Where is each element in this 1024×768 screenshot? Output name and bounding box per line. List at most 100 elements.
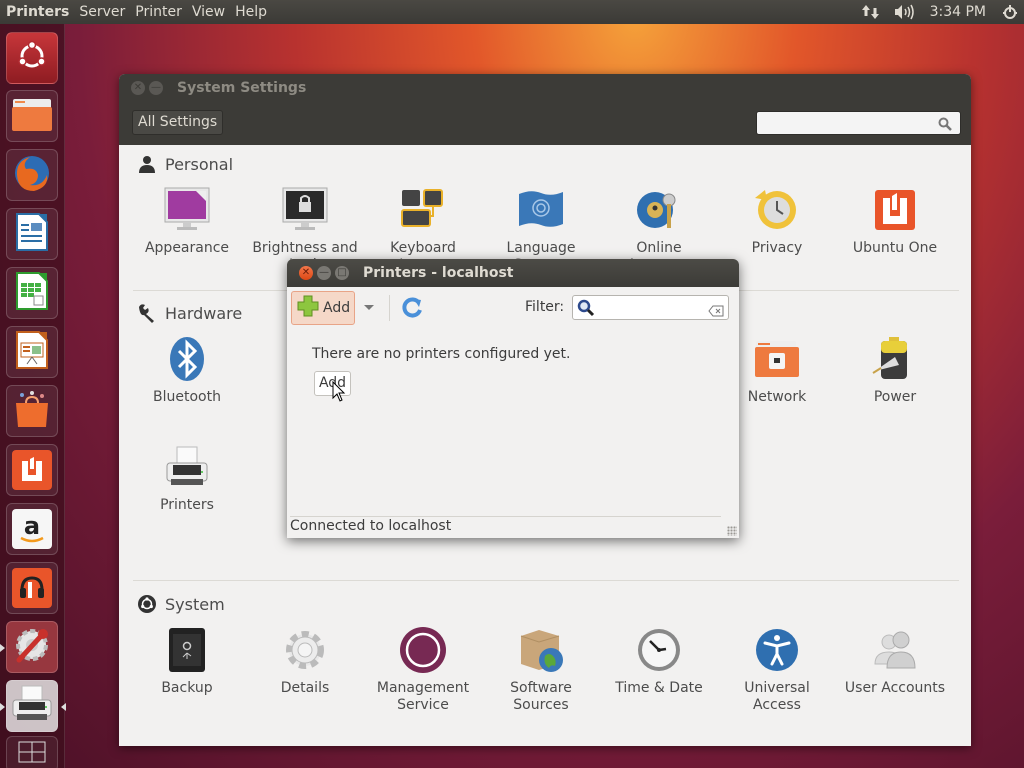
menu-help[interactable]: Help bbox=[235, 4, 267, 20]
network-folder-icon bbox=[753, 335, 801, 383]
status-bar: Connected to localhost bbox=[290, 518, 452, 534]
users-icon bbox=[871, 626, 919, 674]
menu-printer[interactable]: Printer bbox=[135, 4, 182, 20]
launcher-workspaces[interactable] bbox=[6, 736, 58, 768]
item-label: Printers bbox=[160, 497, 214, 513]
statusbar-separator bbox=[290, 516, 721, 517]
impress-icon bbox=[15, 330, 49, 374]
mouse-pointer-icon bbox=[332, 380, 346, 407]
ubuntu-one-icon bbox=[871, 186, 919, 234]
online-accounts-icon bbox=[635, 186, 683, 234]
settings-item-power[interactable]: Power bbox=[840, 335, 950, 406]
settings-item-ubuntu-one[interactable]: Ubuntu One bbox=[840, 186, 950, 257]
section-divider bbox=[133, 580, 959, 581]
launcher-software-center[interactable] bbox=[6, 385, 58, 437]
system-settings-header: ✕ — System Settings All Settings bbox=[119, 74, 971, 145]
clock[interactable]: 3:34 PM bbox=[930, 4, 986, 20]
launcher-amazon[interactable]: a bbox=[6, 503, 58, 555]
item-label: Backup bbox=[161, 680, 213, 696]
settings-search-input[interactable] bbox=[756, 111, 961, 135]
dialog-close-button[interactable]: ✕ bbox=[299, 266, 313, 280]
volume-icon[interactable] bbox=[894, 4, 916, 20]
svg-text:a: a bbox=[24, 512, 40, 540]
language-flag-icon bbox=[517, 186, 565, 234]
ubuntu-circle-icon bbox=[137, 594, 157, 614]
writer-icon bbox=[15, 212, 49, 256]
settings-item-privacy[interactable]: Privacy bbox=[722, 186, 832, 257]
focused-indicator bbox=[61, 703, 66, 711]
launcher-ubuntu-one[interactable] bbox=[6, 444, 58, 496]
maximize-icon: □ bbox=[337, 267, 347, 278]
minimize-icon: — bbox=[151, 82, 161, 93]
close-button[interactable]: ✕ bbox=[131, 81, 145, 95]
power-gear-icon[interactable] bbox=[1002, 4, 1018, 20]
launcher-files[interactable] bbox=[6, 90, 58, 142]
launcher-dash-home[interactable] bbox=[6, 32, 58, 84]
item-label: Appearance bbox=[144, 240, 230, 256]
calc-icon bbox=[15, 271, 49, 315]
all-settings-button[interactable]: All Settings bbox=[132, 110, 224, 135]
accessibility-icon bbox=[753, 626, 801, 674]
dialog-minimize-button[interactable]: — bbox=[317, 266, 331, 280]
minimize-icon: — bbox=[319, 267, 329, 278]
menu-server[interactable]: Server bbox=[79, 4, 125, 20]
add-dropdown-arrow-icon[interactable] bbox=[364, 305, 374, 310]
resize-grip[interactable] bbox=[727, 526, 737, 536]
item-label: Bluetooth bbox=[153, 389, 221, 405]
settings-item-appearance[interactable]: Appearance bbox=[132, 186, 242, 257]
item-label: User Accounts bbox=[844, 680, 946, 696]
dialog-maximize-button[interactable]: □ bbox=[335, 266, 349, 280]
printer-icon bbox=[163, 443, 211, 491]
launcher-calc[interactable] bbox=[6, 267, 58, 319]
launcher-system-settings[interactable] bbox=[0, 621, 58, 673]
item-label: Software Sources bbox=[510, 680, 572, 713]
section-title: Personal bbox=[165, 154, 234, 174]
clock-icon bbox=[635, 626, 683, 674]
settings-item-backup[interactable]: Backup bbox=[132, 626, 242, 697]
settings-item-universal-access[interactable]: Universal Access bbox=[722, 626, 832, 714]
item-label: Details bbox=[280, 680, 330, 696]
section-system: System bbox=[137, 594, 225, 614]
ubuntu-logo-icon bbox=[15, 39, 49, 77]
folder-icon bbox=[11, 95, 53, 137]
amazon-icon: a bbox=[12, 509, 52, 549]
settings-item-bluetooth[interactable]: Bluetooth bbox=[132, 335, 242, 406]
toolbar-add-button[interactable]: Add bbox=[291, 291, 355, 325]
window-title: System Settings bbox=[177, 80, 307, 96]
item-label: Universal Access bbox=[744, 680, 810, 713]
box-globe-icon bbox=[517, 626, 565, 674]
app-name: Printers bbox=[6, 4, 70, 20]
wrench-icon bbox=[137, 303, 157, 323]
clear-filter-icon[interactable] bbox=[708, 302, 724, 321]
brightness-lock-icon bbox=[281, 186, 329, 234]
launcher-impress[interactable] bbox=[6, 326, 58, 378]
network-updown-icon[interactable] bbox=[861, 4, 880, 20]
workspace-switcher-icon bbox=[17, 740, 47, 768]
safe-icon bbox=[163, 626, 211, 674]
settings-item-printers[interactable]: Printers bbox=[132, 443, 242, 514]
printer-icon bbox=[11, 684, 53, 728]
dialog-titlebar[interactable]: ✕ — □ Printers - localhost bbox=[287, 259, 739, 287]
ubuntu-one-icon bbox=[12, 450, 52, 490]
settings-item-details[interactable]: Details bbox=[250, 626, 360, 697]
filter-input[interactable] bbox=[572, 295, 729, 320]
launcher-firefox[interactable] bbox=[6, 149, 58, 201]
refresh-icon[interactable] bbox=[401, 297, 423, 323]
settings-item-time-date[interactable]: Time & Date bbox=[604, 626, 714, 697]
music-headphones-icon bbox=[12, 568, 52, 608]
settings-item-management-service[interactable]: Management Service bbox=[368, 626, 478, 714]
item-label: Power bbox=[873, 389, 917, 405]
plus-icon bbox=[297, 295, 319, 321]
settings-item-software-sources[interactable]: Software Sources bbox=[486, 626, 596, 714]
launcher-ubuntu-one-music[interactable] bbox=[6, 562, 58, 614]
gear-icon bbox=[281, 626, 329, 674]
launcher-printers[interactable] bbox=[0, 680, 66, 732]
launcher-writer[interactable] bbox=[6, 208, 58, 260]
printers-dialog: ✕ — □ Printers - localhost Add Filter: T… bbox=[287, 259, 739, 538]
item-label: Management Service bbox=[376, 680, 470, 713]
settings-item-user-accounts[interactable]: User Accounts bbox=[840, 626, 950, 697]
launcher: a bbox=[0, 24, 66, 768]
menu-view[interactable]: View bbox=[192, 4, 225, 20]
section-title: Hardware bbox=[165, 303, 243, 323]
minimize-button[interactable]: — bbox=[149, 81, 163, 95]
